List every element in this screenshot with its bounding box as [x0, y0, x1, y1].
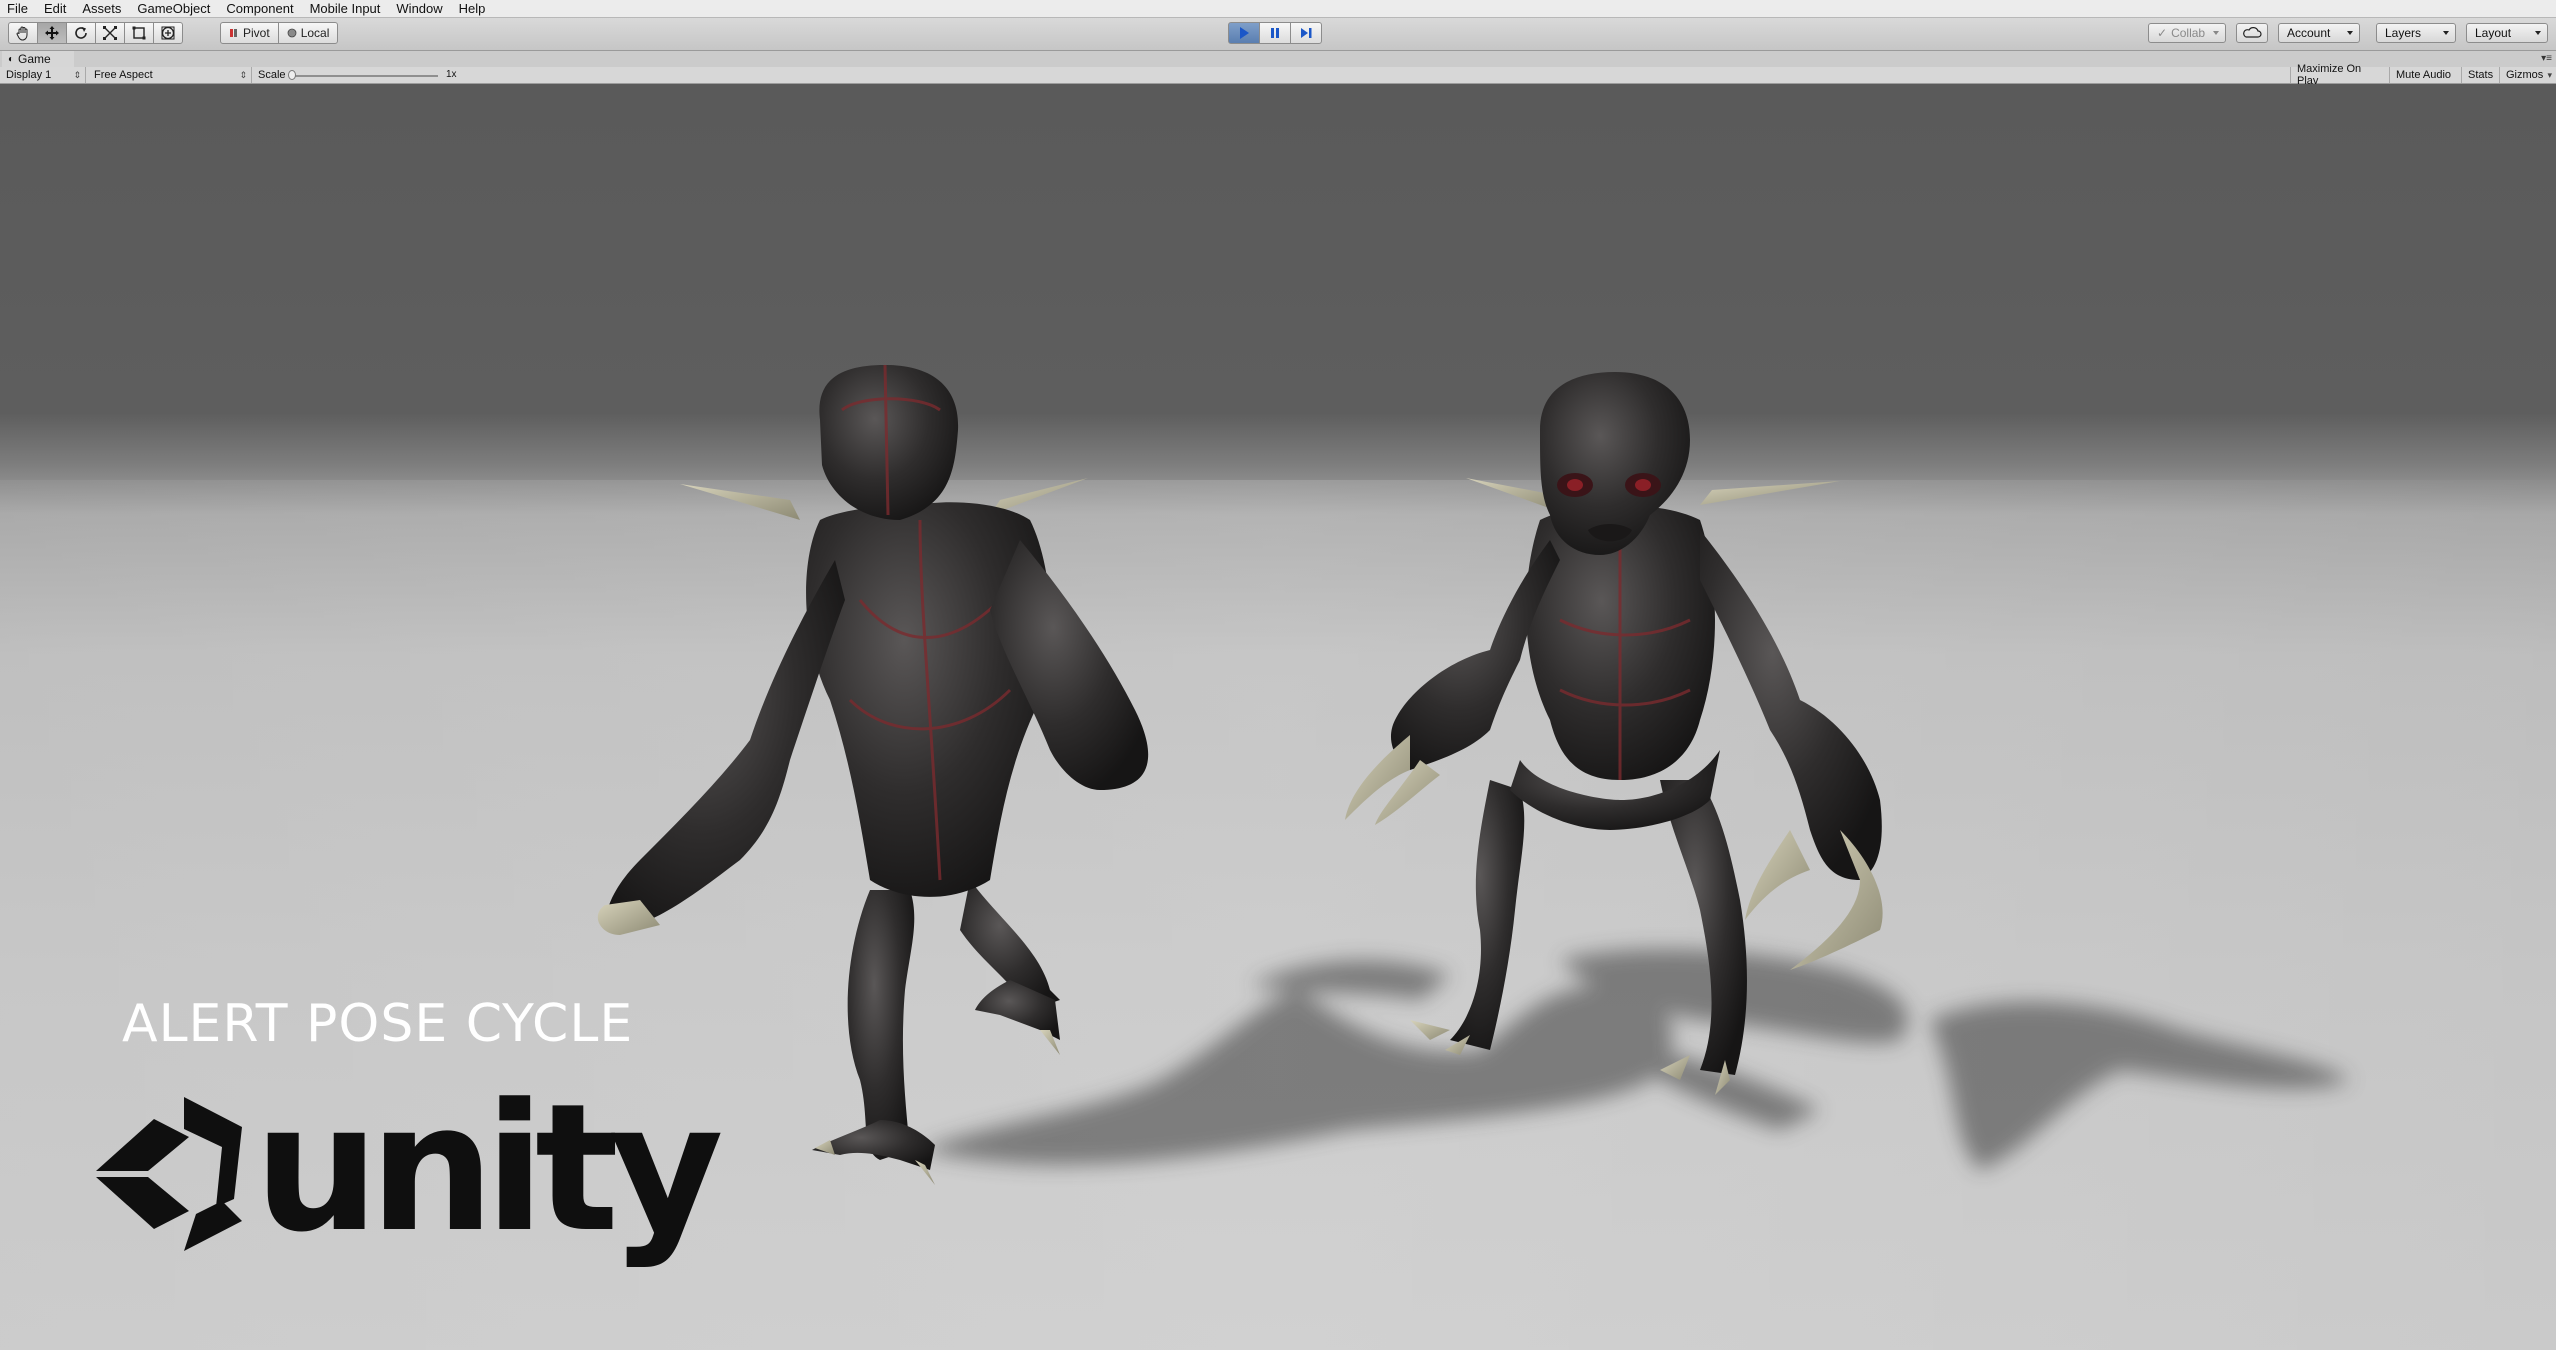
scale-value: 1x: [446, 69, 457, 80]
hand-tool-button[interactable]: [8, 22, 38, 44]
tab-game[interactable]: ◐ Game: [2, 51, 74, 67]
updown-arrows-icon: ⇕: [73, 69, 81, 80]
menu-edit[interactable]: Edit: [37, 0, 75, 17]
display-label: Display 1: [6, 69, 52, 81]
menu-component[interactable]: Component: [219, 0, 302, 17]
rotate-tool-button[interactable]: [66, 22, 96, 44]
playback-controls: [1228, 22, 1322, 44]
rect-tool-button[interactable]: [124, 22, 154, 44]
display-dropdown[interactable]: Display 1 ⇕: [0, 67, 86, 83]
tab-game-label: Game: [18, 52, 51, 66]
collab-dropdown[interactable]: ✓ Collab: [2148, 23, 2227, 43]
transform-tools: [8, 22, 183, 44]
game-controller-icon: ◐: [8, 53, 15, 65]
transform-icon: [161, 26, 175, 40]
aspect-dropdown[interactable]: Free Aspect ⇕: [88, 67, 252, 83]
unity-logo: unity: [84, 1079, 724, 1269]
game-view-toolbar: Display 1 ⇕ Free Aspect ⇕ Scale 1x Maxim…: [0, 63, 2556, 87]
rect-transform-icon: [132, 26, 146, 40]
pivot-button[interactable]: Pivot: [220, 22, 279, 44]
pause-icon: [1271, 28, 1279, 38]
updown-arrows-icon: ⇕: [239, 69, 247, 80]
account-dropdown[interactable]: Account: [2278, 23, 2360, 43]
chevron-down-icon: ▾: [2547, 69, 2552, 80]
play-icon: [1240, 27, 1249, 39]
game-viewport[interactable]: ALERT POSE CYCLE unity: [0, 84, 2556, 1350]
mute-audio-toggle[interactable]: Mute Audio: [2390, 67, 2462, 83]
mute-label: Mute Audio: [2396, 69, 2452, 81]
menu-window[interactable]: Window: [389, 0, 451, 17]
chevron-down-icon: [2443, 31, 2449, 35]
menu-mobile-input[interactable]: Mobile Input: [303, 0, 390, 17]
maximize-on-play-toggle[interactable]: Maximize On Play: [2290, 63, 2390, 87]
gizmos-dropdown[interactable]: Gizmos ▾: [2500, 67, 2556, 83]
layers-label: Layers: [2385, 26, 2422, 40]
aspect-label: Free Aspect: [94, 69, 153, 81]
stats-label: Stats: [2468, 69, 2494, 81]
step-button[interactable]: [1290, 22, 1322, 44]
unity-logo-text: unity: [254, 1066, 724, 1271]
menu-file[interactable]: File: [0, 0, 37, 17]
hand-icon: [16, 26, 28, 41]
chevron-down-icon: [2213, 31, 2220, 35]
menu-help[interactable]: Help: [452, 0, 495, 17]
scale-slider-handle[interactable]: [288, 70, 296, 80]
pivot-icon: [230, 29, 237, 37]
local-button[interactable]: Local: [277, 22, 339, 44]
pivot-toggles: Pivot Local: [220, 22, 339, 44]
play-button[interactable]: [1228, 22, 1260, 44]
step-forward-icon: [1301, 28, 1312, 38]
scale-icon: [103, 26, 117, 40]
account-label: Account: [2287, 26, 2331, 40]
cloud-icon: [2243, 27, 2262, 38]
chevron-down-icon: [2347, 31, 2353, 35]
transform-tool-button[interactable]: [153, 22, 183, 44]
menu-bar: File Edit Assets GameObject Component Mo…: [0, 0, 2556, 18]
scale-slider-track[interactable]: [290, 75, 438, 77]
check-icon: ✓: [2157, 26, 2168, 40]
tab-menu-icon[interactable]: ▾≡: [2541, 53, 2552, 64]
pivot-label: Pivot: [243, 26, 270, 40]
gizmos-label: Gizmos: [2506, 69, 2544, 81]
main-toolbar: Pivot Local ✓ Collab Account Layers Layo…: [0, 18, 2556, 51]
chevron-down-icon: [2535, 31, 2541, 35]
layers-dropdown[interactable]: Layers: [2376, 23, 2456, 43]
game-tab-bar: ◐ Game ▾≡: [0, 51, 2556, 67]
layout-dropdown[interactable]: Layout: [2466, 23, 2548, 43]
stats-toggle[interactable]: Stats: [2462, 67, 2500, 83]
unity-cube-icon: [96, 1097, 242, 1251]
move-tool-button[interactable]: [37, 22, 67, 44]
menu-gameobject[interactable]: GameObject: [130, 0, 219, 17]
overlay-title: ALERT POSE CYCLE: [122, 994, 634, 1054]
layout-label: Layout: [2475, 26, 2512, 40]
collab-label: Collab: [2171, 26, 2206, 40]
menu-assets[interactable]: Assets: [75, 0, 130, 17]
local-label: Local: [300, 26, 330, 40]
cloud-button[interactable]: [2236, 23, 2268, 43]
scale-tool-button[interactable]: [95, 22, 125, 44]
pause-button[interactable]: [1259, 22, 1291, 44]
move-arrows-icon: [45, 26, 59, 40]
rotate-icon: [75, 27, 87, 39]
local-globe-icon: [287, 28, 297, 38]
scale-label: Scale: [258, 69, 286, 81]
